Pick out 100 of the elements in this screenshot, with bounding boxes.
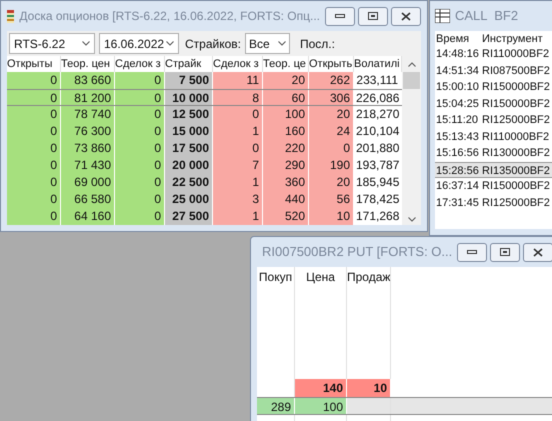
column-header[interactable]: Инструмент: [481, 31, 543, 46]
table-cell: 17 500: [165, 140, 213, 157]
table-cell: 83 660: [61, 72, 115, 89]
table-cell-text: 14:51:34: [435, 64, 480, 78]
table-row[interactable]: 0 83 660 0 7 500 11 20 262 233,111: [7, 72, 402, 89]
column-header[interactable]: Покуп: [257, 267, 295, 287]
expiry-select[interactable]: 16.06.2022: [99, 33, 179, 54]
table-row[interactable]: 0 81 200 0 10 000 8 60 306 226,086: [7, 89, 402, 106]
selected-row[interactable]: 289 100: [257, 397, 552, 415]
table-cell: 27 500: [165, 208, 213, 225]
table-cell: 100: [263, 106, 309, 123]
table-row[interactable]: 15:28:56 RI135000BF2: [435, 162, 552, 178]
table-cell: 0: [115, 72, 165, 89]
table-cell: 73 860: [61, 140, 115, 157]
last-label: Посл.:: [300, 36, 335, 52]
table-cell: 56: [309, 191, 354, 208]
table-cell: 24: [309, 123, 354, 140]
column-header[interactable]: Цена: [295, 267, 347, 287]
table-row[interactable]: 0 76 300 0 15 000 1 160 24 210,104: [7, 123, 402, 140]
table-cell: 25 000: [165, 191, 213, 208]
table-cell: 0: [7, 157, 61, 174]
window-title: RI007500BR2 PUT [FORTS: O...: [262, 243, 452, 262]
table-cell-text: 16:37:14: [435, 179, 480, 194]
table-cell: 0: [7, 72, 61, 89]
table-cell: 0: [115, 174, 165, 191]
table-icon: [435, 9, 450, 23]
table-cell: 20: [309, 174, 354, 191]
table-row[interactable]: 0 64 160 0 27 500 1 520 10 171,268: [7, 208, 402, 225]
table-cell: 140: [295, 379, 347, 397]
table-cell: 0: [7, 123, 61, 140]
table-cell: 0: [115, 123, 165, 140]
table-cell: 76 300: [61, 123, 115, 140]
table-cell: 15 000: [165, 123, 213, 140]
table-cell: 10 000: [165, 90, 213, 105]
close-icon: [401, 12, 411, 20]
table-cell: 20 000: [165, 157, 213, 174]
table-cell: 520: [263, 208, 309, 225]
table-row[interactable]: 14:48:16 RI110000BF2: [435, 46, 552, 62]
table-row[interactable]: 15:11:20 RI125000BF2: [435, 112, 552, 128]
table-cell-text: 15:11:20: [435, 113, 480, 128]
table-cell: 0: [115, 106, 165, 123]
table-row[interactable]: 15:13:43 RI110000BF2: [435, 128, 552, 145]
table-row[interactable]: 0 73 860 0 17 500 0 220 0 201,880: [7, 140, 402, 157]
table-cell: 81 200: [61, 90, 115, 105]
table-row[interactable]: 0 78 740 0 12 500 0 100 20 218,270: [7, 106, 402, 123]
table-cell-text: RI150000BF2: [481, 179, 550, 194]
table-cell: 100: [295, 398, 347, 414]
table-cell: 22 500: [165, 174, 213, 191]
chevron-icon: [82, 41, 90, 46]
strikes-select[interactable]: Все: [244, 33, 290, 54]
table-row[interactable]: 15:16:56 RI130000BF2: [435, 145, 552, 162]
table-cell: 3: [213, 191, 263, 208]
chevron-icon: [278, 41, 286, 46]
table-cell-text: 15:13:43: [435, 130, 480, 144]
table-row[interactable]: 14:51:34 RI087500BF2: [435, 62, 552, 79]
table-cell-text: 14:48:16: [435, 47, 480, 62]
table-cell: 20: [309, 106, 354, 123]
table-cell: 0: [7, 208, 61, 225]
maximize-icon: [500, 248, 510, 256]
table-cell: 0: [213, 106, 263, 123]
table-cell: 69 000: [61, 174, 115, 191]
minimize-icon: [335, 14, 345, 18]
table-icon: [7, 10, 14, 22]
table-cell: 1: [213, 208, 263, 225]
window-title: CALL BF2: [455, 7, 518, 26]
table-cell-text: RI125000BF2: [481, 113, 550, 128]
table-row[interactable]: 17:31:45 RI125000BF2: [435, 194, 552, 211]
maximize-button[interactable]: [490, 242, 520, 262]
close-button[interactable]: [391, 6, 421, 26]
table-cell-text: RI150000BF2: [481, 96, 550, 112]
table-cell-text: RI150000BF2: [481, 80, 550, 95]
instrument-select[interactable]: RTS-6.22: [9, 33, 95, 54]
table-cell-text: RI087500BF2: [481, 64, 550, 78]
table-row[interactable]: 0 69 000 0 22 500 1 360 20 185,945: [7, 174, 402, 191]
table-cell: 0: [309, 140, 354, 157]
table-row[interactable]: 0 71 430 0 20 000 7 290 190 193,787: [7, 157, 402, 174]
table-cell: 171,268: [354, 208, 402, 225]
maximize-button[interactable]: [358, 6, 388, 26]
table-row[interactable]: 15:04:25 RI150000BF2: [435, 96, 552, 112]
table-cell: 64 160: [61, 208, 115, 225]
column-header[interactable]: Продаж: [347, 267, 391, 287]
minimize-icon: [467, 250, 478, 254]
scroll-thumb[interactable]: [403, 72, 420, 89]
close-icon: [533, 248, 544, 256]
table-cell-text: RI135000BF2: [481, 164, 550, 177]
table-cell: 210,104: [354, 123, 402, 140]
close-button[interactable]: [523, 242, 552, 262]
table-cell: 440: [263, 191, 309, 208]
table-row[interactable]: 0 66 580 0 25 000 3 440 56 178,425: [7, 191, 402, 208]
minimize-button[interactable]: [457, 242, 488, 262]
table-cell: 8: [213, 90, 263, 105]
strikes-label: Страйков:: [185, 36, 241, 52]
table-cell-text: RI125000BF2: [481, 196, 550, 210]
minimize-button[interactable]: [325, 6, 355, 26]
table-cell: 0: [115, 157, 165, 174]
column-header[interactable]: Время: [435, 31, 481, 46]
table-cell: 0: [7, 191, 61, 208]
table-row[interactable]: 15:00:10 RI150000BF2: [435, 79, 552, 96]
maximize-icon: [368, 12, 378, 20]
table-row[interactable]: 16:37:14 RI150000BF2: [435, 178, 552, 194]
